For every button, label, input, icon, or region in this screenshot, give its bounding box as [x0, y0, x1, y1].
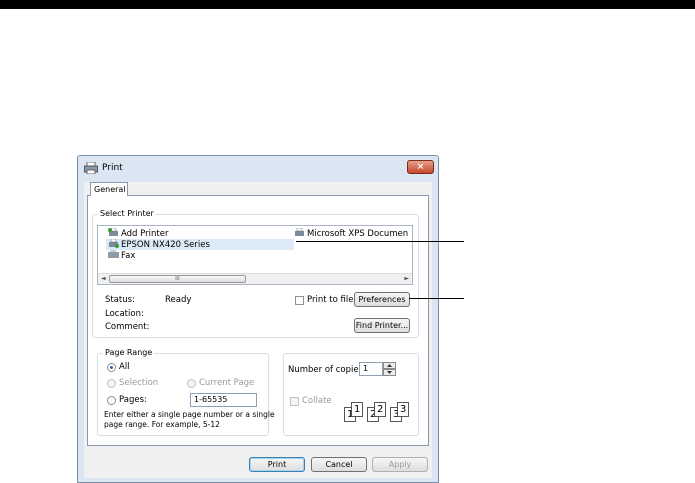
collate-page-icon: 2 — [374, 402, 386, 417]
copies-input[interactable]: 1 — [359, 362, 383, 376]
dialog-title: Print — [102, 163, 123, 173]
all-label[interactable]: All — [119, 362, 130, 372]
pages-label[interactable]: Pages: — [119, 395, 147, 405]
callout-line-printer — [296, 241, 464, 242]
pages-input[interactable]: 1-65535 — [190, 393, 257, 407]
location-label: Location: — [105, 309, 144, 319]
status-value: Ready — [165, 295, 192, 305]
printer-icon — [295, 228, 304, 236]
collate-page-icon: 1 — [351, 402, 363, 417]
select-printer-label: Select Printer — [98, 209, 156, 218]
pages-radio[interactable] — [107, 396, 116, 405]
print-to-file-label[interactable]: Print to file — [307, 295, 353, 305]
printer-icon — [109, 239, 119, 248]
all-radio[interactable] — [107, 363, 116, 372]
print-dialog: Print × General Select Printer Add Print… — [77, 155, 439, 483]
close-button[interactable]: × — [407, 160, 434, 174]
find-printer-button[interactable]: Find Printer... — [354, 318, 410, 333]
title-bar[interactable]: Print × — [78, 156, 438, 181]
tab-general[interactable]: General — [90, 182, 128, 196]
scrollbar-thumb[interactable]: III — [109, 275, 246, 283]
selection-radio[interactable] — [107, 379, 116, 388]
scroll-left-icon[interactable]: ◄ — [101, 275, 106, 282]
print-button[interactable]: Print — [249, 457, 305, 472]
print-to-file-checkbox[interactable] — [295, 296, 304, 305]
collate-label[interactable]: Collate — [302, 396, 332, 406]
copies-stepper[interactable] — [383, 362, 396, 376]
printer-list[interactable]: Add Printer Microsoft XPS Documen EPSON … — [97, 225, 413, 285]
collate-page-icon: 3 — [397, 402, 409, 417]
status-label: Status: — [105, 295, 135, 305]
current-page-radio[interactable] — [187, 379, 196, 388]
comment-label: Comment: — [105, 322, 150, 332]
preferences-button[interactable]: Preferences — [354, 292, 410, 307]
scroll-right-icon[interactable]: ► — [404, 275, 409, 282]
printer-icon — [84, 162, 98, 174]
page-range-label: Page Range — [103, 348, 155, 357]
callout-line-preferences — [409, 298, 464, 299]
current-page-label[interactable]: Current Page — [199, 378, 254, 388]
list-item[interactable]: Fax — [108, 250, 135, 261]
collate-checkbox[interactable] — [290, 397, 299, 406]
list-item-selected[interactable]: EPSON NX420 Series — [106, 239, 294, 250]
number-of-copies-label: Number of copies: — [288, 365, 366, 375]
fax-icon — [108, 250, 119, 258]
top-black-bar — [0, 0, 695, 9]
list-item[interactable]: Microsoft XPS Documen — [294, 228, 408, 239]
page-range-hint-1: Enter either a single page number or a s… — [104, 410, 275, 419]
page-range-hint-2: page range. For example, 5-12 — [104, 420, 220, 429]
list-item[interactable]: Add Printer — [108, 228, 168, 239]
horizontal-scrollbar[interactable]: ◄ III ► — [98, 273, 412, 284]
cancel-button[interactable]: Cancel — [311, 457, 367, 472]
apply-button[interactable]: Apply — [372, 457, 428, 472]
add-printer-icon — [108, 228, 118, 236]
selection-label[interactable]: Selection — [119, 378, 158, 388]
